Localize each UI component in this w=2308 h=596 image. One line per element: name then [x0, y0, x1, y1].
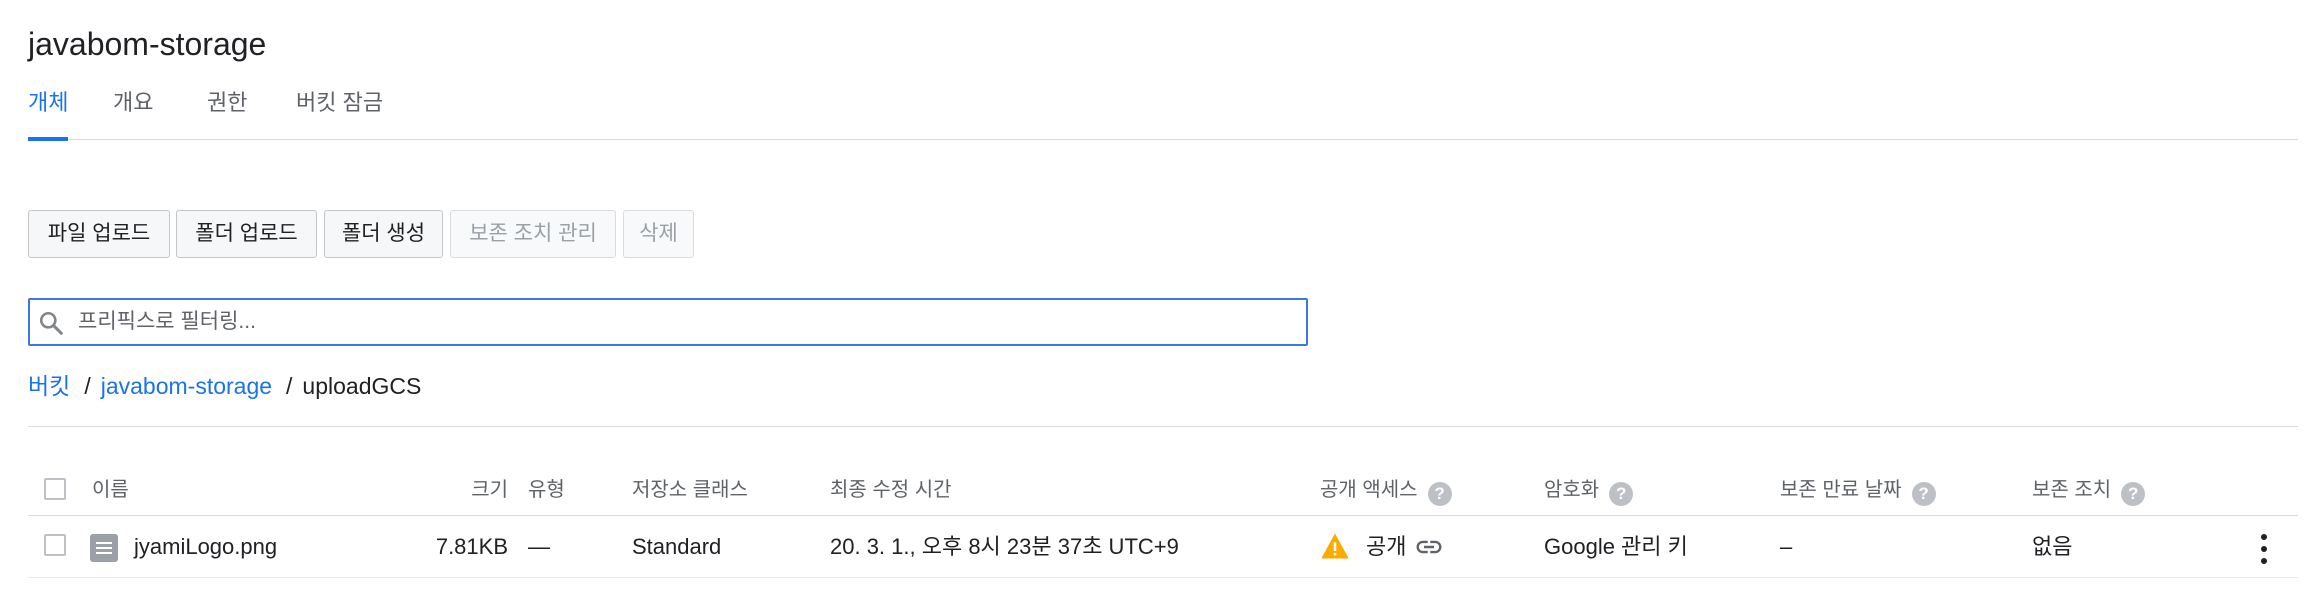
filter-box	[28, 298, 1308, 346]
help-icon[interactable]: ?	[2121, 482, 2146, 506]
public-access-status: 공개	[1366, 534, 1407, 559]
column-header-hold: 보존 조치?	[2032, 476, 2146, 506]
file-storage-class: Standard	[632, 534, 722, 559]
warning-icon	[1321, 533, 1349, 559]
bucket-title: javabom-storage	[28, 26, 267, 62]
column-header-retention-expiry: 보존 만료 날짜?	[1780, 476, 1936, 506]
tab-objects[interactable]: 개체	[28, 88, 69, 141]
breadcrumb-separator: /	[286, 373, 293, 399]
help-icon[interactable]: ?	[1911, 482, 1936, 506]
file-name-link[interactable]: jyamiLogo.png	[134, 532, 277, 562]
upload-file-button[interactable]: 파일 업로드	[28, 210, 170, 258]
table-row: jyamiLogo.png 7.81KB — Standard 20. 3. 1…	[28, 518, 2298, 578]
column-header-public-access-label[interactable]: 공개 액세스	[1320, 479, 1418, 501]
breadcrumb-separator: /	[84, 373, 91, 399]
breadcrumb-current-folder: uploadGCS	[302, 373, 422, 399]
table-header: 이름 크기 유형 저장소 클래스 최종 수정 시간 공개 액세스? 암호화? 보…	[28, 468, 2298, 516]
help-icon[interactable]: ?	[1609, 482, 1634, 506]
more-vert-icon[interactable]	[2258, 532, 2270, 566]
manage-retention-button[interactable]: 보존 조치 관리	[450, 210, 616, 258]
search-icon	[39, 311, 63, 335]
breadcrumb: 버킷 / javabom-storage / uploadGCS	[28, 370, 421, 402]
select-all-checkbox[interactable]	[44, 478, 66, 500]
file-icon	[90, 534, 118, 562]
hold-value: 없음	[2032, 534, 2073, 559]
retention-expiry-value: –	[1780, 534, 1793, 559]
delete-button[interactable]: 삭제	[623, 210, 694, 258]
column-header-public-access: 공개 액세스?	[1320, 476, 1452, 506]
column-header-modified[interactable]: 최종 수정 시간	[830, 476, 952, 504]
upload-folder-button[interactable]: 폴더 업로드	[176, 210, 317, 258]
column-header-name[interactable]: 이름	[92, 476, 129, 504]
tab-bar: 개체 개요 권한 버킷 잠금	[28, 88, 2298, 141]
section-divider	[28, 426, 2298, 427]
create-folder-button[interactable]: 폴더 생성	[324, 210, 443, 258]
column-header-size[interactable]: 크기	[408, 476, 508, 504]
filter-input[interactable]	[78, 306, 1278, 338]
encryption-value: Google 관리 키	[1544, 534, 1688, 559]
tab-overview[interactable]: 개요	[113, 88, 153, 140]
column-header-type[interactable]: 유형	[528, 476, 565, 504]
file-type: —	[528, 534, 550, 559]
help-icon[interactable]: ?	[1427, 482, 1452, 506]
breadcrumb-buckets-link[interactable]: 버킷	[28, 373, 70, 399]
column-header-encryption-label[interactable]: 암호화	[1544, 479, 1599, 501]
row-checkbox[interactable]	[44, 534, 66, 556]
column-header-retention-expiry-label[interactable]: 보존 만료 날짜	[1780, 479, 1902, 501]
column-header-encryption: 암호화?	[1544, 476, 1634, 506]
column-header-hold-label[interactable]: 보존 조치	[2032, 479, 2111, 501]
file-size: 7.81KB	[435, 534, 508, 559]
breadcrumb-bucket-link[interactable]: javabom-storage	[101, 373, 272, 399]
file-modified-time: 20. 3. 1., 오후 8시 23분 37초 UTC+9	[830, 534, 1179, 559]
tab-permissions[interactable]: 권한	[207, 88, 247, 140]
tab-bucket-lock[interactable]: 버킷 잠금	[296, 88, 383, 140]
link-icon[interactable]	[1412, 532, 1446, 562]
column-header-storage-class[interactable]: 저장소 클래스	[632, 476, 748, 504]
